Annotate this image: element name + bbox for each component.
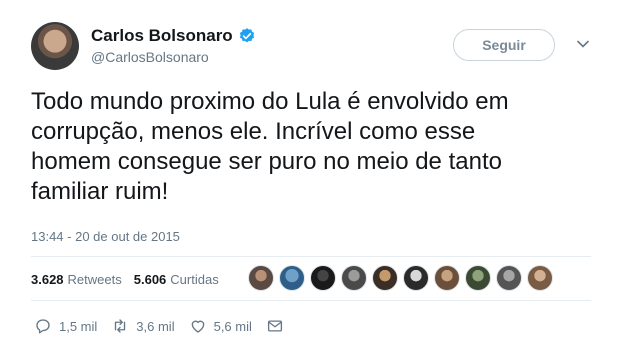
reply-action[interactable]: 1,5 mil — [34, 317, 97, 335]
engagement-stats: 3.628 Retweets 5.606 Curtidas — [31, 272, 231, 287]
chevron-down-icon[interactable] — [577, 40, 589, 48]
liker-avatar[interactable] — [403, 265, 429, 291]
liker-avatar[interactable] — [372, 265, 398, 291]
verified-badge-icon — [239, 28, 254, 43]
retweets-label[interactable]: Retweets — [68, 272, 122, 287]
liker-avatar[interactable] — [527, 265, 553, 291]
retweet-count: 3,6 mil — [136, 318, 175, 334]
author-handle[interactable]: @CarlosBolsonaro — [91, 49, 256, 65]
retweet-icon[interactable] — [111, 317, 129, 335]
liker-avatars — [248, 265, 558, 291]
message-action[interactable] — [266, 317, 291, 335]
liker-avatar[interactable] — [310, 265, 336, 291]
likes-label[interactable]: Curtidas — [170, 272, 218, 287]
tweet-text: Todo mundo proximo do Lula é envolvido e… — [31, 88, 509, 205]
reply-count: 1,5 mil — [59, 318, 98, 334]
like-count: 5,6 mil — [213, 318, 252, 334]
liker-avatar[interactable] — [434, 265, 460, 291]
retweets-count[interactable]: 3.628 — [31, 272, 64, 287]
author-block: Carlos Bolsonaro @CarlosBolsonaro — [91, 26, 256, 65]
likes-count[interactable]: 5.606 — [134, 272, 167, 287]
author-display-name[interactable]: Carlos Bolsonaro — [91, 26, 233, 46]
author-avatar[interactable] — [31, 22, 79, 70]
divider-bottom — [31, 300, 591, 301]
divider-top — [31, 256, 591, 257]
liker-avatar[interactable] — [341, 265, 367, 291]
envelope-icon[interactable] — [266, 317, 284, 335]
heart-icon[interactable] — [189, 317, 207, 335]
liker-avatar[interactable] — [496, 265, 522, 291]
tweet-timestamp[interactable]: 13:44 - 20 de out de 2015 — [31, 229, 180, 244]
follow-button[interactable]: Seguir — [453, 29, 555, 61]
liker-avatar[interactable] — [465, 265, 491, 291]
liker-avatar[interactable] — [279, 265, 305, 291]
retweet-action[interactable]: 3,6 mil — [111, 317, 175, 335]
tweet-actions: 1,5 mil 3,6 mil 5,6 mil — [34, 317, 305, 335]
like-action[interactable]: 5,6 mil — [189, 317, 252, 335]
reply-icon[interactable] — [34, 317, 52, 335]
liker-avatar[interactable] — [248, 265, 274, 291]
